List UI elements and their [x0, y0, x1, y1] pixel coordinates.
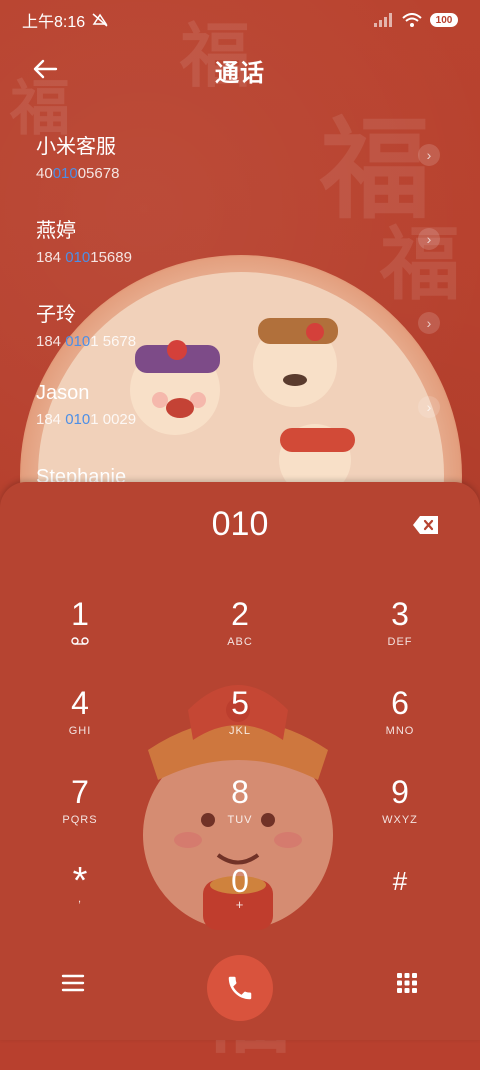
contact-number: 184 01015689 — [36, 249, 132, 266]
dialpad-key-6[interactable]: 6 MNO — [340, 685, 460, 765]
chevron-right-icon[interactable]: › — [418, 312, 440, 334]
dialpad-key-0[interactable]: 0 + — [180, 863, 300, 943]
dialpad-key-7[interactable]: 7 PQRS — [20, 774, 140, 854]
dialpad-key-9[interactable]: 9 WXYZ — [340, 774, 460, 854]
backspace-icon[interactable] — [412, 514, 440, 536]
status-bar: 上午8:16 100 — [0, 0, 480, 40]
dialpad-key-hash[interactable]: # — [340, 863, 460, 943]
menu-icon[interactable] — [60, 972, 86, 994]
contact-name: 子玲 — [36, 304, 76, 326]
contact-name: 小米客服 — [36, 136, 116, 158]
contact-number: 4001005678 — [36, 165, 120, 182]
dialpad-key-3[interactable]: 3 DEF — [340, 596, 460, 676]
dialpad-key-2[interactable]: 2 ABC — [180, 596, 300, 676]
phone-icon — [228, 976, 252, 1000]
list-item[interactable]: Jason 184 0101 0029 › — [0, 372, 480, 456]
list-item[interactable]: 燕婷 184 01015689 › — [0, 204, 480, 288]
dialpad-key-1[interactable]: 1 — [20, 596, 140, 676]
chevron-right-icon[interactable]: › — [418, 144, 440, 166]
list-item[interactable]: 子玲 184 0101 5678 › — [0, 288, 480, 372]
back-arrow-icon[interactable] — [30, 54, 60, 84]
contact-name: 燕婷 — [36, 220, 76, 242]
chevron-right-icon[interactable]: › — [418, 396, 440, 418]
list-item[interactable]: 小米客服 4001005678 › — [0, 120, 480, 204]
header: 通话 — [0, 48, 480, 92]
contact-list: 小米客服 4001005678 › 燕婷 184 01015689 › 子玲 1… — [0, 120, 480, 540]
dialpad-key-8[interactable]: 8 TUV — [180, 774, 300, 854]
mute-icon — [92, 13, 108, 27]
dialpad-key-4[interactable]: 4 GHI — [20, 685, 140, 765]
dialpad-key-star[interactable]: * , — [20, 862, 140, 943]
call-button[interactable] — [207, 955, 273, 1021]
signal-icon — [374, 13, 392, 27]
voicemail-icon — [71, 637, 89, 645]
dialpad-key-5[interactable]: 5 JKL — [180, 685, 300, 765]
dialpad-icon[interactable] — [396, 972, 418, 994]
contact-number: 184 0101 0029 — [36, 411, 137, 428]
dialed-number: 010 — [211, 505, 269, 543]
wifi-icon — [402, 13, 422, 27]
battery-icon: 100 — [430, 13, 458, 27]
status-time: 上午8:16 — [22, 14, 86, 31]
contact-number: 184 0101 5678 — [36, 333, 137, 350]
chevron-right-icon[interactable]: › — [418, 228, 440, 250]
page-title: 通话 — [215, 59, 265, 87]
contact-name: Jason — [36, 382, 90, 404]
